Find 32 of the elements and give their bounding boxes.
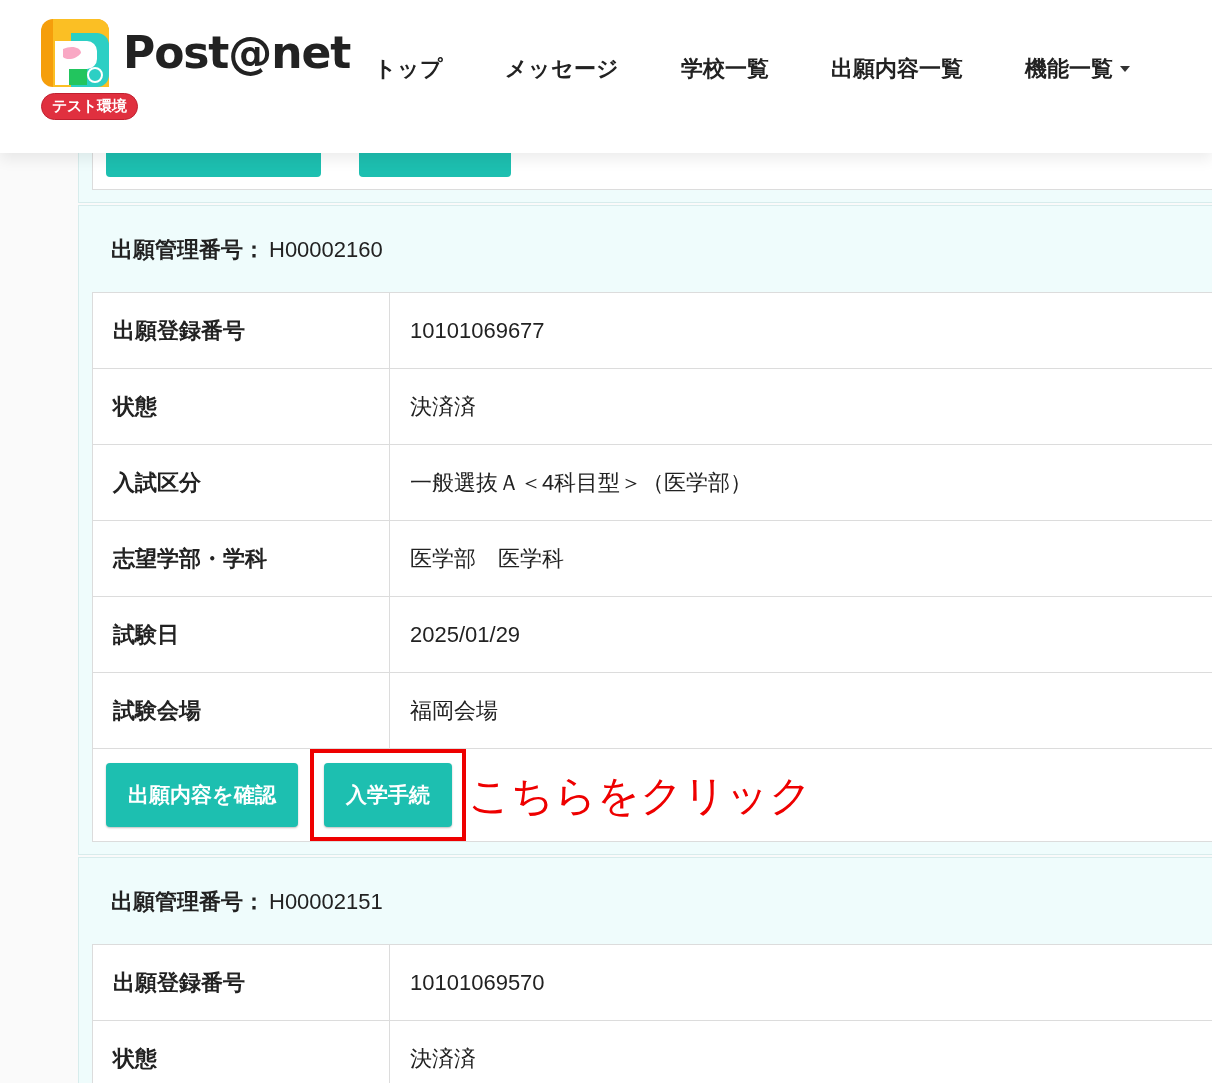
field-value: 決済済 <box>409 393 477 421</box>
button[interactable] <box>359 153 511 177</box>
application-number: H00002151 <box>269 887 383 916</box>
nav-link[interactable]: 学校一覧 <box>681 52 770 85</box>
logo-text: Post@net <box>123 26 351 80</box>
environment-badge: テスト環境 <box>41 93 138 120</box>
field-value: 10101069677 <box>409 317 546 345</box>
field-label: 試験日 <box>93 597 390 672</box>
field-value: 一般選抜Ａ＜4科目型＞（医学部） <box>409 469 754 497</box>
field-label: 出願登録番号 <box>93 293 390 368</box>
field-value: 10101069570 <box>409 969 546 997</box>
logo-icon <box>41 19 109 87</box>
application-number: H00002160 <box>269 235 383 264</box>
application-number-label: 出願管理番号： <box>111 235 265 264</box>
field-value: 2025/01/29 <box>409 621 522 649</box>
field-label: 入試区分 <box>93 445 390 520</box>
field-label: 試験会場 <box>93 673 390 748</box>
button[interactable] <box>106 153 321 177</box>
application-number-label: 出願管理番号： <box>111 887 265 916</box>
field-value: 医学部 医学科 <box>409 545 565 573</box>
field-value: 福岡会場 <box>409 697 499 725</box>
nav-link[interactable]: トップ <box>374 52 444 85</box>
nav-link[interactable]: メッセージ <box>505 52 620 85</box>
callout-text: こちらをクリック <box>468 770 812 821</box>
field-label: 出願登録番号 <box>93 945 390 1020</box>
field-value: 決済済 <box>409 1045 477 1073</box>
nav-link[interactable]: 出願内容一覧 <box>831 52 964 85</box>
field-label: 状態 <box>93 1021 390 1083</box>
field-label: 志望学部・学科 <box>93 521 390 596</box>
field-label: 状態 <box>93 369 390 444</box>
caret-icon <box>1119 64 1132 73</box>
nav-link[interactable]: 機能一覧 <box>1025 52 1132 85</box>
